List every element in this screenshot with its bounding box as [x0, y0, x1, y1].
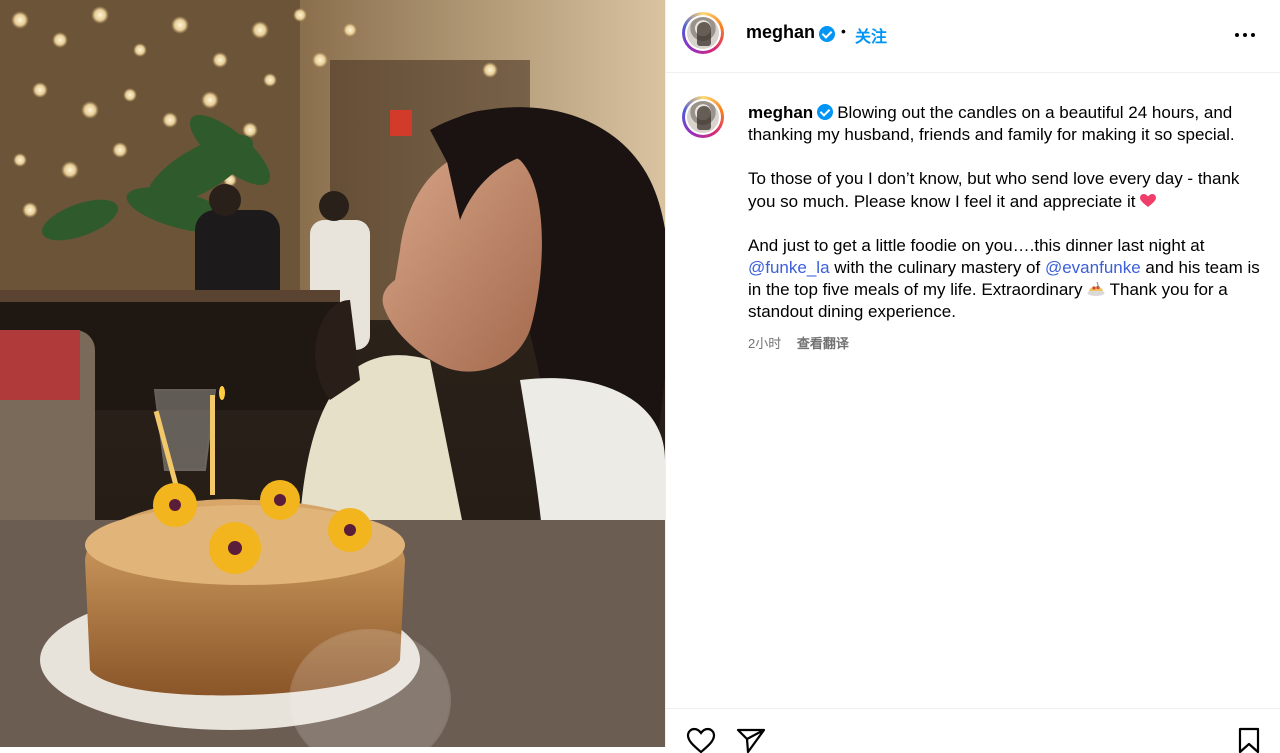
caption-paragraph-3: And just to get a little foodie on you….… [748, 235, 1264, 324]
caption-body: meghan Blowing out the candles on a beaut… [748, 102, 1264, 355]
caption-text-3a: And just to get a little foodie on you….… [748, 235, 1205, 255]
share-icon[interactable] [736, 727, 766, 753]
action-bar [666, 708, 1280, 753]
mention-link[interactable]: @funke_la [748, 258, 830, 277]
post-details-panel: meghan • 关注 meghan Blowing out the candle… [665, 0, 1280, 753]
post-image-illustration [0, 0, 665, 747]
separator-dot: • [841, 23, 846, 39]
bookmark-icon[interactable] [1237, 727, 1261, 753]
verified-badge-icon [819, 26, 835, 42]
caption-paragraph-2: To those of you I don’t know, but who se… [748, 168, 1264, 212]
post-header: meghan • 关注 [666, 0, 1280, 73]
verified-badge-icon [817, 104, 834, 120]
caption-avatar[interactable] [682, 96, 724, 138]
heart-icon[interactable] [686, 727, 716, 753]
post-timestamp[interactable]: 2小时 [748, 336, 781, 351]
heart-emoji-icon [1140, 193, 1157, 207]
avatar[interactable] [682, 12, 724, 54]
mention-link[interactable]: @evanfunke [1045, 258, 1141, 277]
caption-text-2: To those of you I don’t know, but who se… [748, 169, 1240, 211]
follow-button[interactable]: 关注 [855, 23, 887, 47]
post-photo[interactable] [0, 0, 665, 747]
more-options-icon[interactable] [1235, 26, 1257, 46]
caption-meta: 2小时 查看翻译 [748, 333, 1264, 355]
see-translation-button[interactable]: 查看翻译 [797, 336, 849, 351]
spaghetti-emoji-icon [1087, 282, 1105, 297]
username-link[interactable]: meghan [746, 22, 815, 43]
caption-username-link[interactable]: meghan [748, 103, 813, 122]
caption-paragraph-1: meghan Blowing out the candles on a beaut… [748, 102, 1264, 146]
caption-text-3b: with the culinary mastery of [834, 258, 1041, 278]
